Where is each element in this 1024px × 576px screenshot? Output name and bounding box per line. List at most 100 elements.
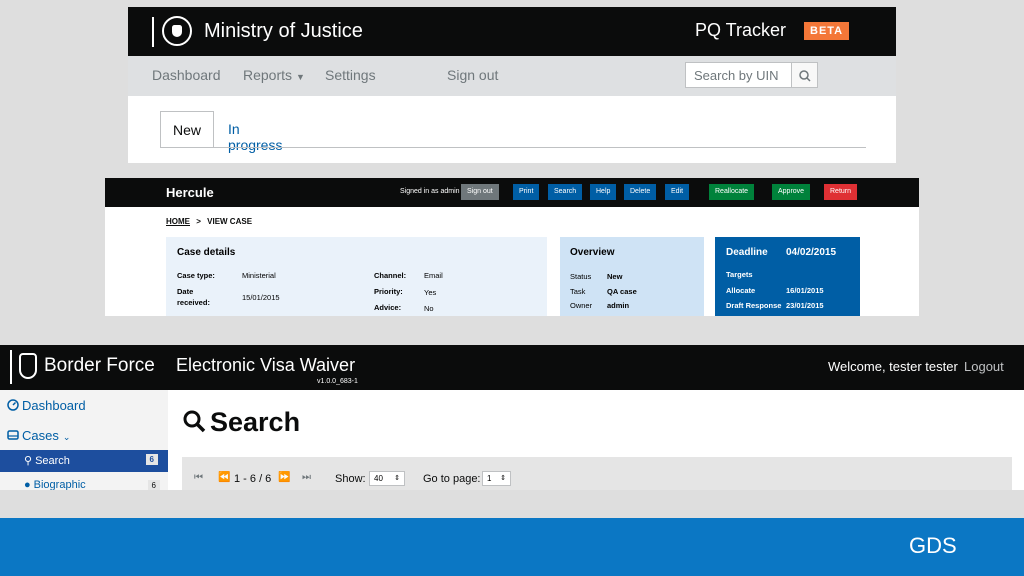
welcome-text: Welcome, tester tester	[828, 359, 958, 374]
draft-response-label: Draft Response	[726, 301, 782, 310]
hercule-title[interactable]: Hercule	[166, 185, 214, 200]
app-title[interactable]: PQ Tracker	[695, 20, 786, 41]
deadline-panel: Deadline 04/02/2015 Targets Allocate 16/…	[715, 237, 860, 316]
tab-new[interactable]: New	[160, 111, 214, 148]
sidebar-item-dashboard[interactable]: Dashboard	[7, 398, 86, 413]
sidebar-item-cases[interactable]: Cases ⌄	[7, 428, 70, 443]
page-size-value: 40	[374, 474, 383, 483]
user-icon: ●	[24, 479, 31, 490]
advice-value: No	[424, 304, 434, 313]
allocate-value: 16/01/2015	[786, 286, 824, 295]
sidebar-item-label: Cases	[22, 428, 59, 443]
nav-reports[interactable]: Reports ▼	[243, 67, 305, 83]
case-type-label: Case type:	[177, 271, 215, 280]
edit-button[interactable]: Edit	[665, 184, 690, 200]
border-force-brand[interactable]: Border Force	[44, 355, 155, 377]
sidebar-item-biographic[interactable]: ● Biographic	[24, 479, 86, 490]
date-received-label-2: received:	[177, 298, 210, 307]
case-details-heading: Case details	[177, 247, 236, 258]
search-icon	[799, 70, 811, 82]
sidebar-item-label: Biographic	[33, 479, 86, 490]
breadcrumb-home[interactable]: HOME	[166, 217, 190, 226]
case-type-value: Ministerial	[242, 271, 276, 280]
owner-label: Owner	[570, 301, 593, 310]
breadcrumb: HOME > VIEW CASE	[166, 217, 252, 226]
royal-crest-icon	[162, 16, 192, 46]
sidebar-item-label: Search	[35, 455, 70, 467]
pagination-bar: ⏮ ⏪ 1 - 6 / 6 ⏩ ⏭ Show: 40 ⇕ Go to page: …	[182, 457, 1012, 490]
tab-divider	[160, 147, 866, 148]
page-range: 1 - 6 / 6	[234, 473, 272, 485]
show-label: Show:	[335, 473, 366, 485]
nav-settings[interactable]: Settings	[325, 67, 376, 83]
search-input[interactable]: Search by UIN	[685, 62, 792, 88]
date-received-label: Date	[177, 287, 194, 296]
pq-nav: Dashboard Reports ▼ Settings Sign out Sea…	[128, 56, 896, 96]
sidebar-item-search[interactable]: ⚲ Search 6	[0, 450, 168, 472]
inbox-icon	[7, 430, 19, 440]
header-divider	[152, 17, 154, 47]
task-label: Task	[570, 287, 586, 296]
header-divider	[10, 350, 12, 384]
task-value: QA case	[607, 287, 637, 296]
version-text: v1.0.0_683-1	[317, 378, 358, 385]
goto-page-value: 1	[487, 474, 492, 483]
border-force-header: Border Force Electronic Visa Waiver v1.0…	[0, 345, 1024, 390]
advice-label: Advice:	[374, 303, 402, 312]
hercule-header: Hercule Signed in as admin Sign out Prin…	[105, 178, 919, 207]
print-button[interactable]: Print	[513, 184, 540, 200]
chevron-down-icon: ▼	[296, 72, 305, 82]
overview-heading: Overview	[570, 247, 615, 258]
signed-in-text: Signed in as admin	[400, 188, 460, 195]
priority-label: Priority:	[374, 287, 403, 296]
page-size-select[interactable]: 40 ⇕	[369, 471, 405, 486]
delete-button[interactable]: Delete	[624, 184, 657, 200]
priority-value: Yes	[424, 288, 437, 297]
date-received-value: 15/01/2015	[242, 293, 280, 302]
help-button[interactable]: Help	[590, 184, 617, 200]
nav-sign-out[interactable]: Sign out	[447, 67, 498, 83]
gds-logo: GDS	[909, 533, 957, 558]
search-icon	[183, 410, 206, 433]
search-button[interactable]: Search	[548, 184, 583, 200]
draft-response-value: 23/01/2015	[786, 301, 824, 310]
status-label: Status	[570, 272, 592, 281]
page-title-label: Search	[210, 407, 301, 437]
sign-out-button[interactable]: Sign out	[461, 184, 499, 200]
status-value: New	[607, 272, 623, 281]
return-button[interactable]: Return	[824, 184, 858, 200]
sidebar: Dashboard Cases ⌄ ⚲ Search 6 ● Biographic 6	[0, 390, 168, 490]
dashboard-icon	[7, 399, 19, 411]
prev-page-icon[interactable]: ⏪	[218, 472, 230, 483]
deadline-heading: Deadline	[726, 247, 768, 258]
stepper-icon: ⇕	[394, 475, 400, 482]
tab-in-progress[interactable]: In progress	[216, 111, 294, 153]
channel-label: Channel:	[374, 271, 407, 280]
hercule-screenshot: Hercule Signed in as admin Sign out Prin…	[105, 178, 919, 316]
case-details-panel: Case details Case type: Ministerial Date…	[166, 237, 547, 316]
footer-band: GDS	[0, 518, 1024, 576]
nav-reports-label: Reports	[243, 67, 293, 83]
logout-link[interactable]: Logout	[964, 359, 1004, 374]
app-title[interactable]: Electronic Visa Waiver	[176, 355, 355, 376]
sidebar-item-label: Dashboard	[22, 398, 86, 413]
border-force-screenshot: Border Force Electronic Visa Waiver v1.0…	[0, 345, 1024, 490]
search-button[interactable]	[792, 62, 818, 88]
next-page-icon[interactable]: ⏩	[278, 472, 290, 483]
overview-panel: Overview Status New Task QA case Owner a…	[560, 237, 704, 316]
deadline-date: 04/02/2015	[786, 247, 837, 258]
goto-page-select[interactable]: 1 ⇕	[482, 471, 511, 486]
breadcrumb-separator: >	[196, 217, 201, 226]
first-page-icon[interactable]: ⏮	[194, 472, 203, 483]
search-count-badge: 6	[145, 454, 158, 465]
last-page-icon[interactable]: ⏭	[302, 472, 311, 483]
search-icon: ⚲	[24, 455, 33, 467]
reallocate-button[interactable]: Reallocate	[709, 184, 755, 200]
approve-button[interactable]: Approve	[772, 184, 811, 200]
owner-value: admin	[607, 301, 630, 310]
moj-brand[interactable]: Ministry of Justice	[204, 20, 363, 43]
page-title: Search	[182, 407, 300, 438]
nav-dashboard[interactable]: Dashboard	[152, 67, 221, 83]
pq-tracker-screenshot: Ministry of Justice PQ Tracker BETA Dash…	[128, 7, 896, 163]
goto-label: Go to page:	[423, 473, 481, 485]
